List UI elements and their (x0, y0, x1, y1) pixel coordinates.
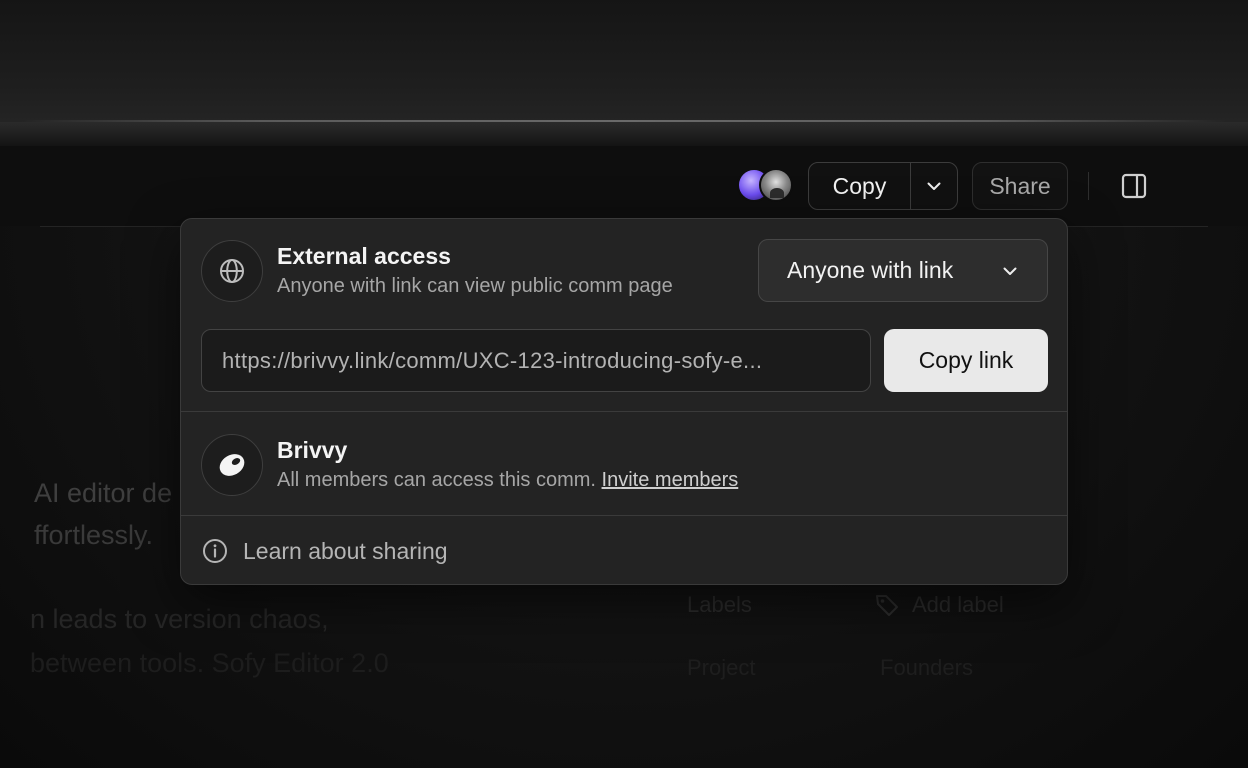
brivvy-logo-icon (219, 454, 245, 476)
chevron-down-icon (927, 182, 941, 190)
body-text-line: AI editor de (34, 478, 173, 508)
toolbar-separator (1088, 172, 1089, 200)
workspace-access-description: All members can access this comm. Invite… (277, 469, 738, 492)
share-link-field[interactable]: https://brivvy.link/comm/UXC-123-introdu… (201, 329, 871, 392)
chevron-down-icon (1003, 267, 1017, 275)
workspace-icon-tile (201, 434, 263, 496)
invite-members-link[interactable]: Invite members (602, 469, 739, 491)
sidebar-toggle-icon[interactable] (1120, 172, 1148, 200)
workspace-access-text: All members can access this comm. (277, 469, 596, 491)
external-access-icon-tile (201, 240, 263, 302)
external-access-description: Anyone with link can view public comm pa… (277, 275, 673, 297)
top-chrome (0, 0, 1248, 122)
body-text-line: ffortlessly. (34, 520, 154, 550)
globe-icon (220, 259, 244, 283)
section-divider (181, 411, 1067, 412)
info-icon (203, 539, 227, 563)
body-text-line: n leads to version chaos, (30, 604, 329, 634)
labels-field-label: Labels (687, 592, 752, 617)
access-level-value: Anyone with link (787, 257, 954, 283)
copy-link-button[interactable]: Copy link (884, 329, 1048, 392)
app-window: Copy Share AI editor de ffortlessly. n l… (0, 0, 1248, 768)
project-field-label: Project (687, 655, 756, 680)
share-button[interactable]: Share (972, 162, 1068, 210)
tag-icon (876, 595, 898, 616)
copy-options-button[interactable] (911, 163, 957, 209)
access-level-select[interactable]: Anyone with link (758, 239, 1048, 302)
copy-split-button: Copy (808, 162, 958, 210)
share-popover: External access Anyone with link can vie… (180, 218, 1068, 585)
add-label-button[interactable]: Add label (912, 592, 1004, 618)
section-divider (181, 515, 1067, 516)
learn-about-sharing-label: Learn about sharing (243, 537, 448, 564)
top-chrome-shadow (0, 122, 1248, 146)
project-field-value: Founders (880, 655, 973, 680)
workspace-name: Brivvy (277, 437, 348, 463)
copy-button[interactable]: Copy (809, 163, 911, 209)
body-text-line: between tools. Sofy Editor 2.0 (30, 648, 389, 678)
external-access-title: External access (277, 243, 451, 269)
avatar-collaborator-2[interactable] (759, 168, 793, 202)
learn-about-sharing-link[interactable]: Learn about sharing (201, 537, 448, 565)
